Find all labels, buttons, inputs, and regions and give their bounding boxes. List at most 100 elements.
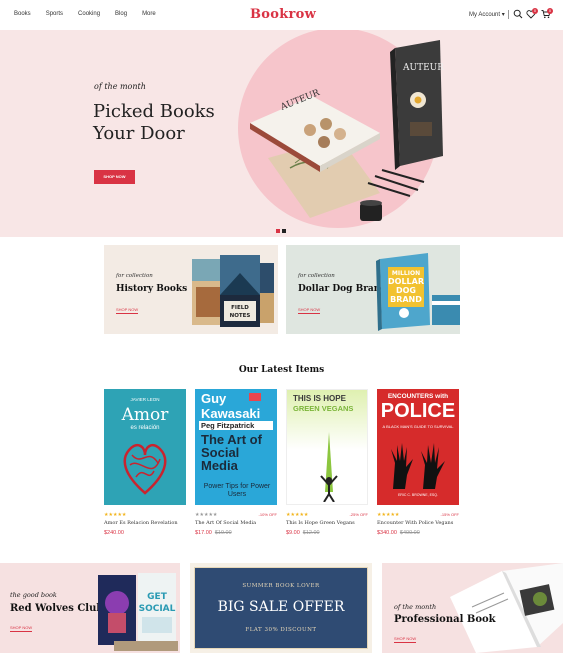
banner-subtitle: of the month	[394, 603, 437, 611]
hero-banner: of the month Picked Books Your Door SHOP…	[0, 30, 563, 237]
banner-big-sale[interactable]: SUMMER BOOK LOVER BIG SALE OFFER FLAT 30…	[190, 563, 372, 653]
hero-shop-now-button[interactable]: SHOP NOW	[94, 170, 135, 184]
cover-tag-decoration	[249, 393, 261, 401]
cover-author: Guy Kawasaki	[201, 391, 261, 421]
rating-stars: ★★★★★	[104, 512, 127, 518]
nav-item-books[interactable]: Books	[14, 11, 31, 17]
rating-stars: ★★★★★	[377, 512, 400, 518]
main-nav: Books Sports Cooking Blog More	[14, 11, 171, 17]
collection-title: History Books	[116, 284, 188, 294]
current-price: $9.00	[286, 530, 300, 536]
svg-text:DOLLAR: DOLLAR	[388, 277, 424, 286]
discount-badge: -15% OFF	[440, 512, 459, 517]
banner-professional-book[interactable]: of the month Professional Book SHOP NOW	[382, 563, 563, 653]
collection-banner-dollar-dog[interactable]: for collection Dollar Dog Brand SHOP NOW…	[286, 245, 460, 334]
history-books-image: FIELD NOTES	[192, 255, 274, 327]
nav-item-more[interactable]: More	[142, 11, 156, 17]
product-price: $9.00 $12.00	[286, 530, 320, 536]
discount-badge: -25% OFF	[349, 512, 368, 517]
collection-banner-history[interactable]: for collection History Books SHOP NOW FI…	[104, 245, 278, 334]
banner-subtitle: the good book	[10, 591, 57, 599]
product-name[interactable]: Amor Es Relacion Revelation	[104, 520, 178, 526]
product-cover[interactable]: THIS IS HOPE GREEN VEGANS	[286, 389, 368, 505]
old-price: $19.00	[214, 530, 232, 536]
collection-shop-now-link[interactable]: SHOP NOW	[116, 307, 139, 314]
hero-subtitle: of the month	[94, 82, 146, 91]
wishlist-badge: 0	[532, 8, 538, 14]
product-price: $17.00 $19.00	[195, 530, 232, 536]
cover-top-text: ENCOUNTERS with	[387, 393, 449, 400]
cover-subtitle: A BLACK MAN'S GUIDE TO SURVIVAL	[382, 424, 454, 429]
latest-items-heading: Our Latest Items	[238, 365, 325, 375]
product-cover[interactable]: JAVIER LEON Amor es relación	[104, 389, 186, 505]
nav-item-cooking[interactable]: Cooking	[78, 11, 100, 17]
hero-title-line2: Your Door	[93, 123, 185, 144]
hero-books-image: AUTEUR AUTEUR	[250, 40, 444, 221]
cover-subtitle: Power Tips for Power Users	[203, 483, 271, 498]
product-cover[interactable]: Guy Kawasaki Peg Fitzpatrick The Art of …	[195, 389, 277, 505]
discount-badge: -10% OFF	[258, 512, 277, 517]
account-label: My Account	[469, 12, 501, 18]
cover-title: Amor	[121, 405, 169, 425]
product-price: $340.00 $400.00	[377, 530, 420, 536]
collection-subtitle: for collection	[116, 273, 153, 279]
rating-stars: ★★★★★	[195, 512, 218, 518]
product-name[interactable]: This Is Hope Green Vegans	[286, 520, 355, 526]
nav-item-blog[interactable]: Blog	[115, 11, 127, 17]
current-price: $17.00	[195, 530, 212, 536]
banner-shop-now-link[interactable]: SHOP NOW	[394, 636, 417, 643]
cover-subtitle: GREEN VEGANS	[293, 404, 354, 413]
product-name[interactable]: Encounter With Police Vegans	[377, 520, 453, 526]
hero-title-line1: Picked Books	[93, 101, 215, 122]
svg-text:AUTEUR: AUTEUR	[402, 63, 444, 73]
svg-text:GET: GET	[147, 592, 168, 602]
product-cover[interactable]: ENCOUNTERS with POLICE A BLACK MAN'S GUI…	[377, 389, 459, 505]
banner-title: Professional Book	[394, 614, 496, 625]
svg-text:SOCIAL: SOCIAL	[139, 604, 176, 614]
product-price: $240.00	[104, 530, 124, 536]
header-divider	[508, 10, 509, 19]
collection-subtitle: for collection	[298, 273, 335, 279]
banner-shop-now-link[interactable]: SHOP NOW	[10, 625, 33, 632]
nav-item-sports[interactable]: Sports	[46, 11, 63, 17]
search-icon[interactable]	[513, 9, 523, 19]
svg-text:MILLION: MILLION	[392, 270, 420, 277]
dollar-dog-book-image: MILLION DOLLAR DOG BRAND	[376, 253, 460, 331]
rating-stars: ★★★★★	[286, 512, 309, 518]
current-price: $340.00	[377, 530, 397, 536]
raised-hands-image	[391, 443, 445, 489]
account-menu[interactable]: My Account ▾	[469, 11, 505, 18]
product-name[interactable]: The Art Of Social Media	[195, 520, 256, 526]
sale-bottom-text: FLAT 30% DISCOUNT	[245, 627, 317, 633]
header: Books Sports Cooking Blog More Bookrow M…	[0, 0, 563, 30]
slider-dot-active[interactable]	[276, 229, 280, 233]
chevron-down-icon: ▾	[501, 12, 505, 18]
open-book-image	[450, 563, 563, 653]
svg-text:BRAND: BRAND	[390, 295, 422, 304]
sale-title: BIG SALE OFFER	[217, 599, 345, 615]
cover-title: POLICE	[380, 400, 456, 422]
cover-title: THIS IS HOPE	[293, 394, 346, 403]
svg-text:DOG: DOG	[396, 286, 416, 295]
banner-red-wolves[interactable]: the good book Red Wolves Club SHOP NOW G…	[0, 563, 180, 653]
heart-scribble-image	[123, 444, 167, 495]
sale-top-text: SUMMER BOOK LOVER	[242, 583, 320, 589]
hero-slider-dots	[276, 229, 286, 233]
old-price: $400.00	[399, 530, 420, 536]
logo[interactable]: Bookrow	[250, 7, 316, 22]
banner-title: Red Wolves Club	[10, 603, 104, 614]
cover-title: The Art of Social Media	[201, 432, 262, 473]
collection-shop-now-link[interactable]: SHOP NOW	[298, 307, 321, 314]
slider-dot[interactable]	[282, 229, 286, 233]
red-wolves-books-image: GET SOCIAL	[98, 573, 178, 651]
hero-title: Picked Books Your Door	[93, 101, 215, 145]
current-price: $240.00	[104, 530, 124, 536]
svg-text:NOTES: NOTES	[230, 313, 251, 319]
cover-author: JAVIER LEON	[130, 397, 160, 402]
hope-figure-image	[320, 432, 338, 502]
svg-text:FIELD: FIELD	[231, 305, 249, 311]
cart-badge: 0	[547, 8, 553, 14]
cover-subtitle: es relación	[130, 425, 160, 431]
old-price: $12.00	[302, 530, 320, 536]
cover-author-2: Peg Fitzpatrick	[201, 421, 255, 430]
